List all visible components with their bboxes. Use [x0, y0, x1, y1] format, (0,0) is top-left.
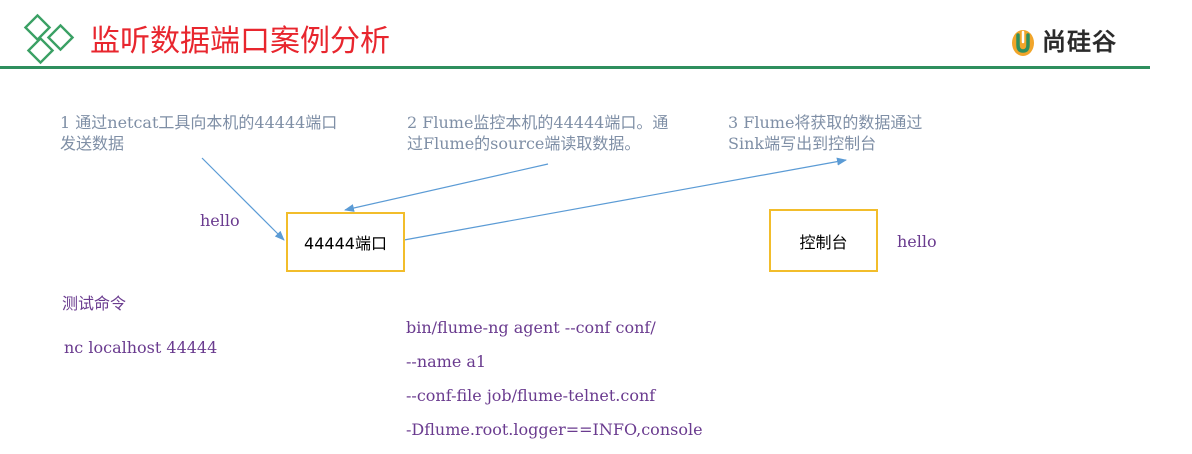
- test-command-heading: 测试命令: [62, 294, 127, 313]
- hello-input-label: hello: [200, 211, 240, 230]
- arrow-flume-to-port: [344, 163, 549, 212]
- flume-command-line-4: -Dflume.root.logger==INFO,console: [406, 420, 703, 439]
- flume-command-line-2: --name a1: [406, 352, 487, 371]
- hello-output-label: hello: [897, 232, 937, 251]
- step-2-text: 2 Flume监控本机的44444端口。通过Flume的source端读取数据。: [407, 113, 669, 153]
- slide: 监听数据端口案例分析 尚硅谷 1 通过netcat工具向本机的44444端口发送…: [0, 0, 1192, 454]
- step-1-text: 1 通过netcat工具向本机的44444端口发送数据: [60, 113, 338, 153]
- flume-command-line-3: --conf-file job/flume-telnet.conf: [406, 386, 656, 405]
- step-3-text: 3 Flume将获取的数据通过Sink端写出到控制台: [728, 113, 923, 153]
- console-box: 控制台: [769, 209, 878, 272]
- netcat-command: nc localhost 44444: [64, 338, 218, 357]
- port-box: 44444端口: [286, 212, 405, 272]
- flume-command-line-1: bin/flume-ng agent --conf conf/: [406, 318, 656, 337]
